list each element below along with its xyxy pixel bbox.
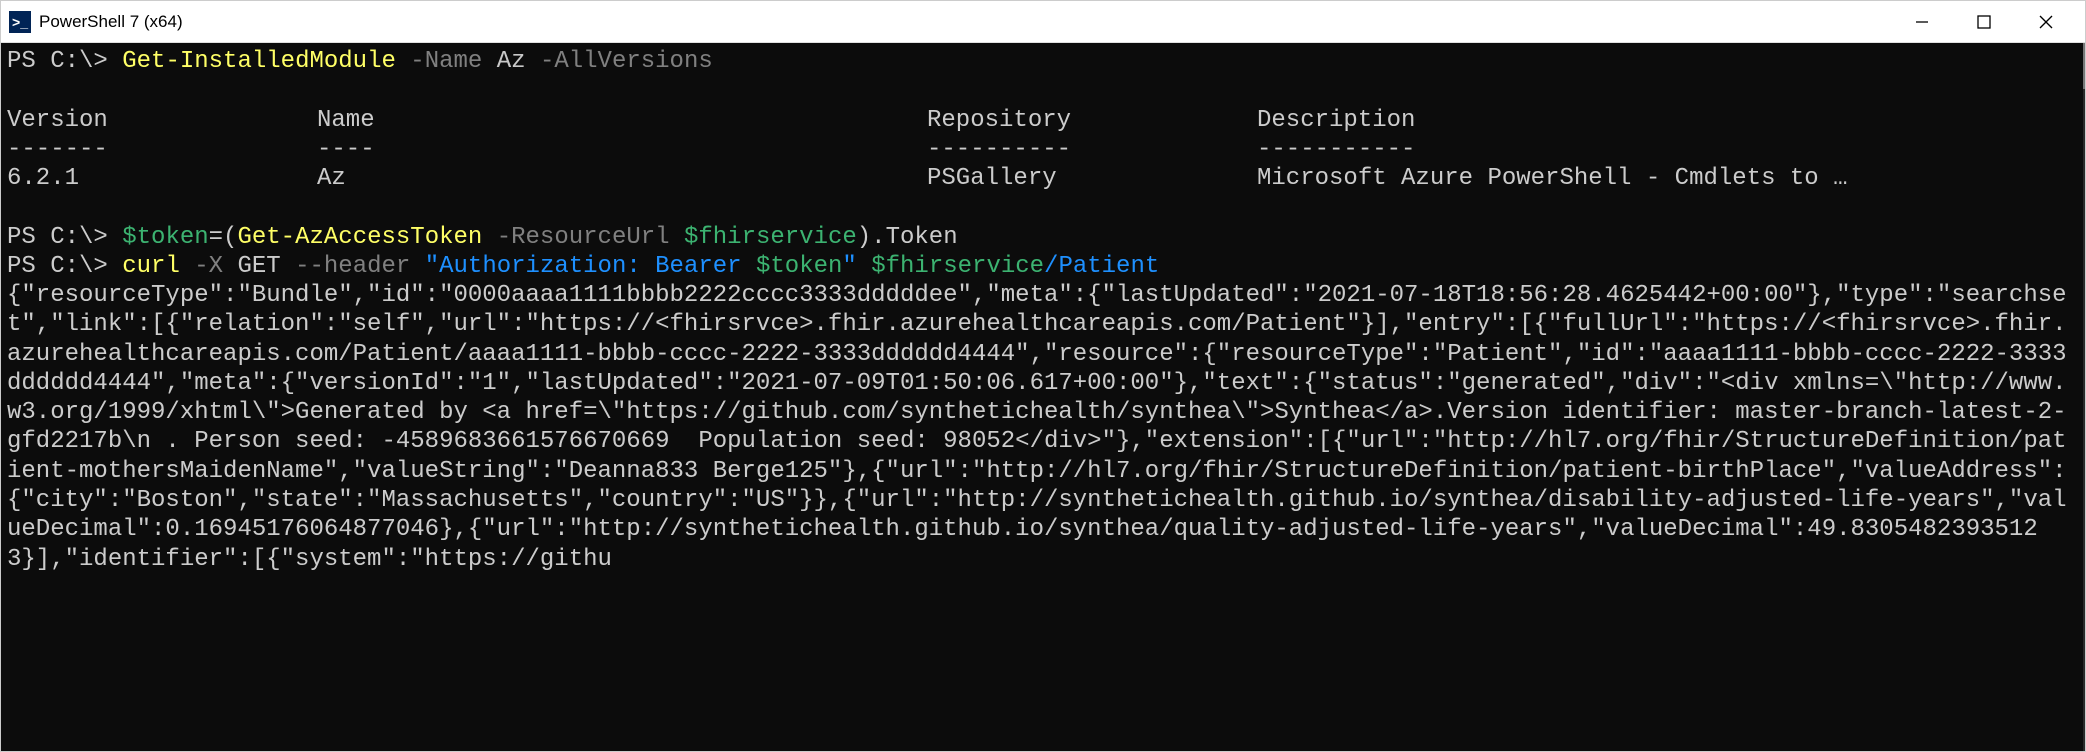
minimize-button[interactable] (1891, 1, 1953, 43)
dash: ----------- (1257, 135, 1415, 164)
curl-get: GET (237, 253, 280, 280)
cell-repo: PSGallery (927, 164, 1257, 193)
prompt: PS C:\> (7, 224, 108, 251)
curl-header: --header (295, 253, 410, 280)
powershell-window: >_ PowerShell 7 (x64) PS C:\> Get-Instal… (0, 0, 2086, 752)
table-row: 6.2.1AzPSGalleryMicrosoft Azure PowerShe… (7, 164, 2077, 193)
cell-version: 6.2.1 (7, 164, 317, 193)
titlebar[interactable]: >_ PowerShell 7 (x64) (1, 1, 2085, 43)
param-resourceurl: -ResourceUrl (497, 224, 670, 251)
tail-token: ).Token (857, 224, 958, 251)
table-dash-row: -------------------------------- (7, 135, 2077, 164)
window-title: PowerShell 7 (x64) (39, 12, 1891, 32)
auth-str-open: "Authorization: Bearer (425, 253, 756, 280)
param-name: -Name (410, 48, 482, 75)
auth-str-close: " (842, 253, 856, 280)
col-version-header: Version (7, 106, 317, 135)
param-allversions: -AllVersions (540, 48, 713, 75)
col-name-header: Name (317, 106, 927, 135)
maximize-button[interactable] (1953, 1, 2015, 43)
arg-az: Az (497, 48, 526, 75)
var-token: $token (122, 224, 208, 251)
cell-name: Az (317, 164, 927, 193)
close-button[interactable] (2015, 1, 2077, 43)
table-header-row: VersionNameRepositoryDescription (7, 106, 2077, 135)
var-fhirservice: $fhirservice (684, 224, 857, 251)
prompt: PS C:\> (7, 48, 108, 75)
terminal-area: PS C:\> Get-InstalledModule -Name Az -Al… (1, 43, 2085, 751)
col-desc-header: Description (1257, 106, 1415, 135)
powershell-icon: >_ (9, 11, 31, 33)
scrollbar-thumb[interactable] (2083, 43, 2085, 89)
dash: ---- (317, 135, 927, 164)
cmdlet: Get-InstalledModule (122, 48, 396, 75)
terminal[interactable]: PS C:\> Get-InstalledModule -Name Az -Al… (1, 43, 2083, 751)
cell-desc: Microsoft Azure PowerShell - Cmdlets to … (1257, 164, 1848, 193)
path-patient: /Patient (1044, 253, 1159, 280)
fhirservice-var: $fhirservice (871, 253, 1044, 280)
cmdlet: Get-AzAccessToken (237, 224, 482, 251)
paren-eq: =( (209, 224, 238, 251)
col-repo-header: Repository (927, 106, 1257, 135)
vertical-scrollbar[interactable] (2083, 43, 2085, 751)
prompt: PS C:\> (7, 253, 108, 280)
curl-cmd: curl (122, 253, 180, 280)
json-output: {"resourceType":"Bundle","id":"0000aaaa1… (7, 282, 2067, 572)
curl-x: -X (194, 253, 223, 280)
token-var: $token (756, 253, 842, 280)
dash: ------- (7, 135, 317, 164)
dash: ---------- (927, 135, 1257, 164)
